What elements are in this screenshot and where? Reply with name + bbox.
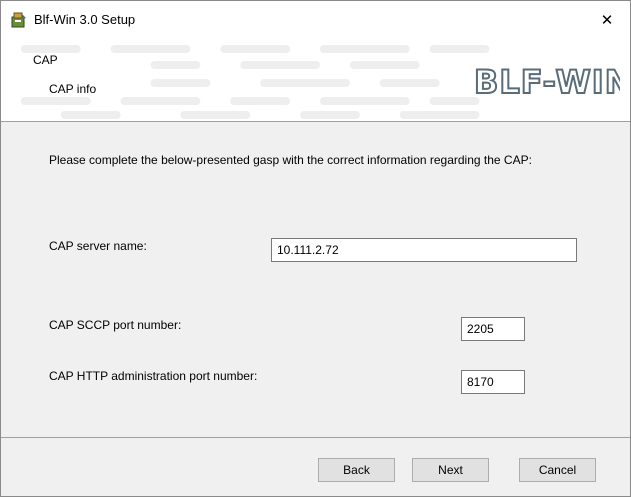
http-port-label: CAP HTTP administration port number: bbox=[49, 369, 258, 383]
http-port-input[interactable]: 8170 bbox=[461, 370, 525, 394]
server-name-label: CAP server name: bbox=[49, 239, 147, 253]
server-name-input[interactable]: 10.111.2.72 bbox=[271, 238, 577, 262]
header-banner: CAP CAP info BLF-WIN bbox=[1, 39, 630, 122]
logo-text: BLF-WIN bbox=[474, 63, 620, 101]
sccp-port-input[interactable]: 2205 bbox=[461, 317, 525, 341]
cancel-button[interactable]: Cancel bbox=[519, 458, 596, 482]
title-bar[interactable]: Blf-Win 3.0 Setup ✕ bbox=[1, 1, 630, 39]
footer-divider bbox=[1, 437, 630, 438]
sccp-port-label: CAP SCCP port number: bbox=[49, 318, 182, 332]
close-button[interactable]: ✕ bbox=[584, 1, 630, 39]
next-button[interactable]: Next bbox=[412, 458, 489, 482]
installer-icon bbox=[11, 12, 26, 28]
setup-window: Blf-Win 3.0 Setup ✕ CAP CAP info BLF-WIN… bbox=[0, 0, 631, 497]
window-title: Blf-Win 3.0 Setup bbox=[34, 12, 136, 27]
description-text: Please complete the below-presented gasp… bbox=[49, 153, 532, 167]
close-icon[interactable]: ✕ bbox=[601, 11, 614, 29]
blf-win-logo: BLF-WIN bbox=[473, 62, 620, 101]
banner-subtitle: CAP info bbox=[49, 82, 97, 96]
back-button[interactable]: Back bbox=[318, 458, 395, 482]
banner-title: CAP bbox=[33, 53, 58, 67]
